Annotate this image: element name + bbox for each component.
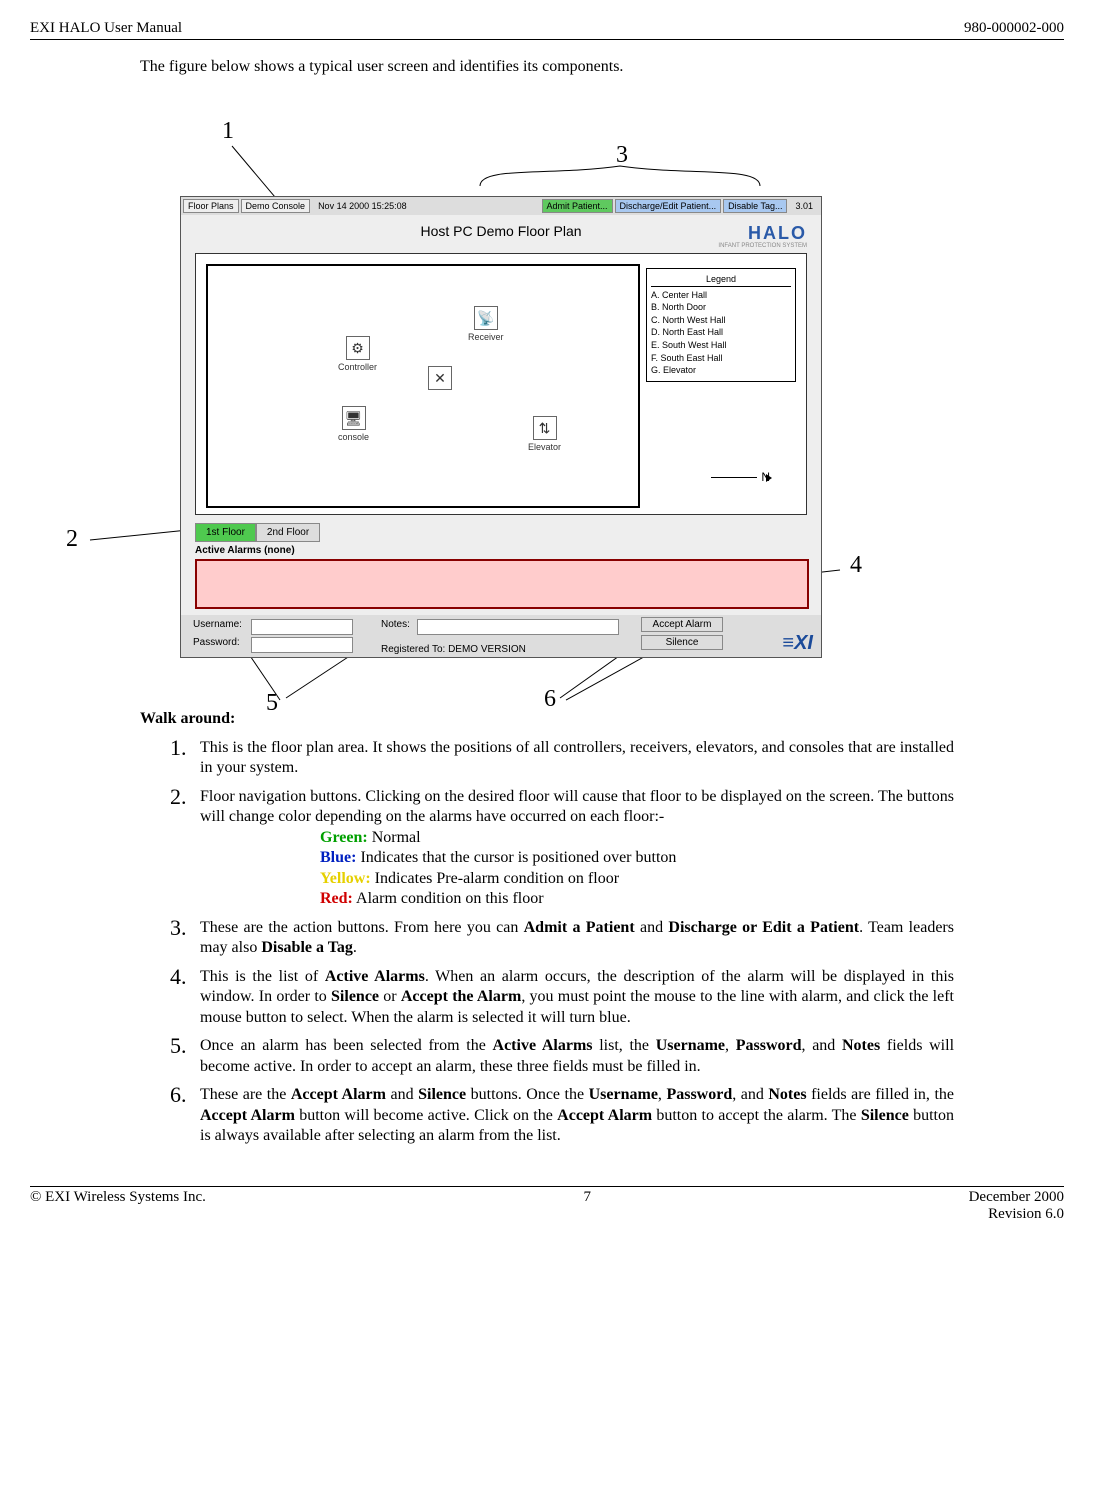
item-number: 5. — [170, 1032, 187, 1060]
floor-1-button[interactable]: 1st Floor — [195, 523, 256, 542]
item-number: 1. — [170, 734, 187, 762]
green-text: Normal — [368, 829, 421, 846]
silence-button[interactable]: Silence — [641, 635, 723, 650]
password-input[interactable] — [251, 637, 353, 653]
floor-plan-area: ⚙Controller 🖥console 📡Receiver ✕ ⇅Elevat… — [195, 253, 807, 515]
app-screenshot: Floor Plans Demo Console Nov 14 2000 15:… — [180, 196, 822, 658]
callout-3: 3 — [616, 142, 628, 169]
cross-box-icon: ✕ — [428, 366, 452, 392]
accept-alarm-button[interactable]: Accept Alarm — [641, 617, 723, 632]
list-item: 1. This is the floor plan area. It shows… — [170, 738, 954, 779]
halo-logo-sub: INFANT PROTECTION SYSTEM — [718, 243, 807, 249]
legend-item: F. South East Hall — [651, 352, 791, 365]
datetime-label: Nov 14 2000 15:25:08 — [312, 200, 413, 212]
header-right: 980-000002-000 — [964, 20, 1064, 37]
footer-right: December 2000 — [969, 1189, 1064, 1206]
discharge-edit-patient-button[interactable]: Discharge/Edit Patient... — [615, 199, 722, 213]
version-label: 3.01 — [789, 200, 819, 212]
item-number: 6. — [170, 1081, 187, 1109]
receiver-icon: 📡Receiver — [468, 306, 504, 342]
footer-rule — [30, 1186, 1064, 1187]
callout-5: 5 — [266, 690, 278, 717]
page-footer: © EXI Wireless Systems Inc. 7 December 2… — [30, 1189, 1064, 1206]
active-alarms-list[interactable] — [195, 559, 809, 609]
floorplan-title: Host PC Demo Floor Plan — [181, 215, 821, 241]
footer-left: © EXI Wireless Systems Inc. — [30, 1189, 206, 1206]
header-rule — [30, 39, 1064, 40]
callout-4: 4 — [850, 552, 862, 579]
item-number: 2. — [170, 783, 187, 811]
callout-2: 2 — [66, 526, 78, 553]
bottom-bar: Username: Password: Notes: Accept Alarm … — [181, 615, 821, 657]
legend-item: G. Elevator — [651, 364, 791, 377]
legend-box: Legend A. Center Hall B. North Door C. N… — [646, 268, 796, 382]
exi-logo: ≡XI — [782, 632, 813, 655]
legend-item: A. Center Hall — [651, 289, 791, 302]
admit-patient-button[interactable]: Admit Patient... — [542, 199, 613, 213]
red-label: Red: — [320, 890, 353, 907]
floor-nav: 1st Floor 2nd Floor — [195, 523, 320, 542]
north-arrow-icon: N — [711, 470, 778, 484]
list-item: 2. Floor navigation buttons. Clicking on… — [170, 787, 954, 910]
legend-title: Legend — [651, 273, 791, 287]
red-text: Alarm condition on this floor — [353, 890, 544, 907]
page-header: EXI HALO User Manual 980-000002-000 — [30, 20, 1064, 37]
item-number: 4. — [170, 963, 187, 991]
floor-2-button[interactable]: 2nd Floor — [256, 523, 320, 542]
list-item: 6. These are the Accept Alarm and Silenc… — [170, 1085, 954, 1146]
username-input[interactable] — [251, 619, 353, 635]
demo-console-button[interactable]: Demo Console — [241, 199, 311, 213]
floor-plan-outline: ⚙Controller 🖥console 📡Receiver ✕ ⇅Elevat… — [206, 264, 640, 508]
username-label: Username: — [193, 619, 242, 630]
walkaround-list: 1. This is the floor plan area. It shows… — [170, 738, 954, 1146]
yellow-text: Indicates Pre-alarm condition on floor — [371, 870, 619, 887]
annotated-figure: 1 2 3 4 5 6 Floor Plans Demo Console Nov… — [50, 86, 970, 716]
floor-plans-button[interactable]: Floor Plans — [183, 199, 239, 213]
halo-logo: HALO — [748, 223, 807, 244]
list-item: 3. These are the action buttons. From he… — [170, 918, 954, 959]
callout-1: 1 — [222, 118, 234, 145]
legend-item: E. South West Hall — [651, 339, 791, 352]
footer-revision: Revision 6.0 — [30, 1206, 1064, 1223]
callout-6: 6 — [544, 686, 556, 713]
color-legend: Green: Normal Blue: Indicates that the c… — [320, 828, 954, 910]
notes-input[interactable] — [417, 619, 619, 635]
yellow-label: Yellow: — [320, 870, 371, 887]
blue-text: Indicates that the cursor is positioned … — [356, 849, 676, 866]
legend-item: C. North West Hall — [651, 314, 791, 327]
blue-label: Blue: — [320, 849, 356, 866]
app-toolbar: Floor Plans Demo Console Nov 14 2000 15:… — [181, 197, 821, 215]
legend-item: B. North Door — [651, 301, 791, 314]
item-text: Floor navigation buttons. Clicking on th… — [200, 788, 954, 825]
intro-text: The figure below shows a typical user sc… — [140, 58, 1064, 76]
item-text: This is the floor plan area. It shows th… — [200, 739, 954, 776]
controller-icon: ⚙Controller — [338, 336, 377, 372]
notes-label: Notes: — [381, 619, 410, 630]
console-icon: 🖥console — [338, 406, 369, 442]
legend-item: D. North East Hall — [651, 326, 791, 339]
registered-to-label: Registered To: DEMO VERSION — [381, 644, 526, 655]
item-number: 3. — [170, 914, 187, 942]
list-item: 4. This is the list of Active Alarms. Wh… — [170, 967, 954, 1028]
password-label: Password: — [193, 637, 240, 648]
footer-page: 7 — [584, 1189, 592, 1206]
disable-tag-button[interactable]: Disable Tag... — [723, 199, 787, 213]
list-item: 5. Once an alarm has been selected from … — [170, 1036, 954, 1077]
green-label: Green: — [320, 829, 368, 846]
elevator-icon: ⇅Elevator — [528, 416, 561, 452]
header-left: EXI HALO User Manual — [30, 20, 182, 37]
active-alarms-label: Active Alarms (none) — [195, 545, 295, 556]
